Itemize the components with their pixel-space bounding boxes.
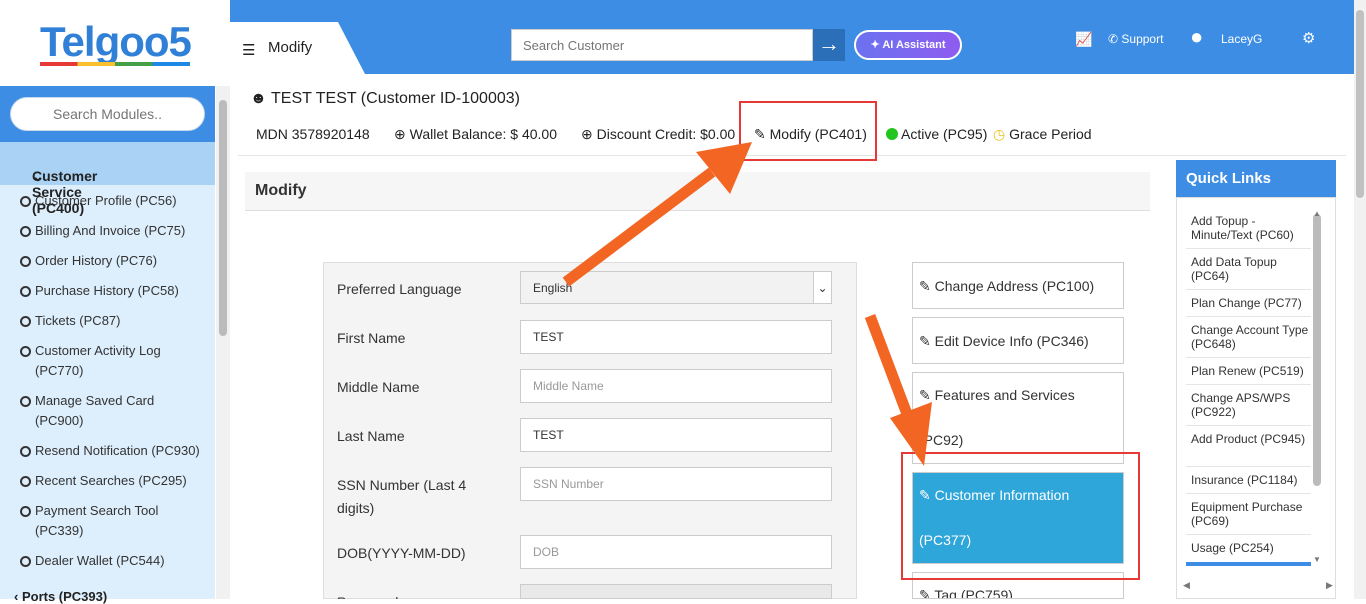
quick-links-scrollbar[interactable] [1313,214,1321,486]
scroll-left-icon[interactable]: ◀ [1183,580,1190,591]
page-scroll-thumb[interactable] [1356,10,1364,198]
arrow-to-modify-shaft [562,167,716,287]
quick-links-title: Quick Links [1176,160,1336,197]
scroll-down-icon[interactable]: ▼ [1313,555,1321,564]
ql-divider [1186,534,1311,535]
ql-divider [1186,384,1311,385]
arrow-to-customer-info-shaft [864,314,916,424]
scroll-up-icon[interactable]: ▲ [1313,209,1321,218]
scroll-right-icon[interactable]: ▶ [1326,580,1333,591]
quick-link-data-topup[interactable]: Add Data Topup (PC64) [1191,255,1309,283]
annotation-arrows [562,142,932,466]
quick-link-equipment[interactable]: Equipment Purchase (PC69) [1191,500,1309,528]
quick-link-insurance[interactable]: Insurance (PC1184) [1191,473,1309,487]
quick-link-add-product[interactable]: Add Product (PC945) [1191,432,1309,446]
quick-link-plan-change[interactable]: Plan Change (PC77) [1191,296,1309,310]
quick-link-aps-wps[interactable]: Change APS/WPS (PC922) [1191,391,1309,419]
ql-divider [1186,493,1311,494]
ql-divider [1186,425,1311,426]
quick-link-account-type[interactable]: Change Account Type (PC648) [1191,323,1309,351]
ql-divider [1186,357,1311,358]
quick-links-active-bar [1186,562,1311,566]
quick-link-topup[interactable]: Add Topup - Minute/Text (PC60) [1191,214,1309,242]
ql-divider [1186,316,1311,317]
ql-divider [1186,466,1311,467]
ql-divider [1186,289,1311,290]
quick-link-plan-renew[interactable]: Plan Renew (PC519) [1191,364,1309,378]
ql-divider [1186,248,1311,249]
arrow-to-modify-head [696,142,752,194]
quick-link-usage[interactable]: Usage (PC254) [1191,541,1309,555]
arrow-to-customer-info-head [890,402,932,466]
